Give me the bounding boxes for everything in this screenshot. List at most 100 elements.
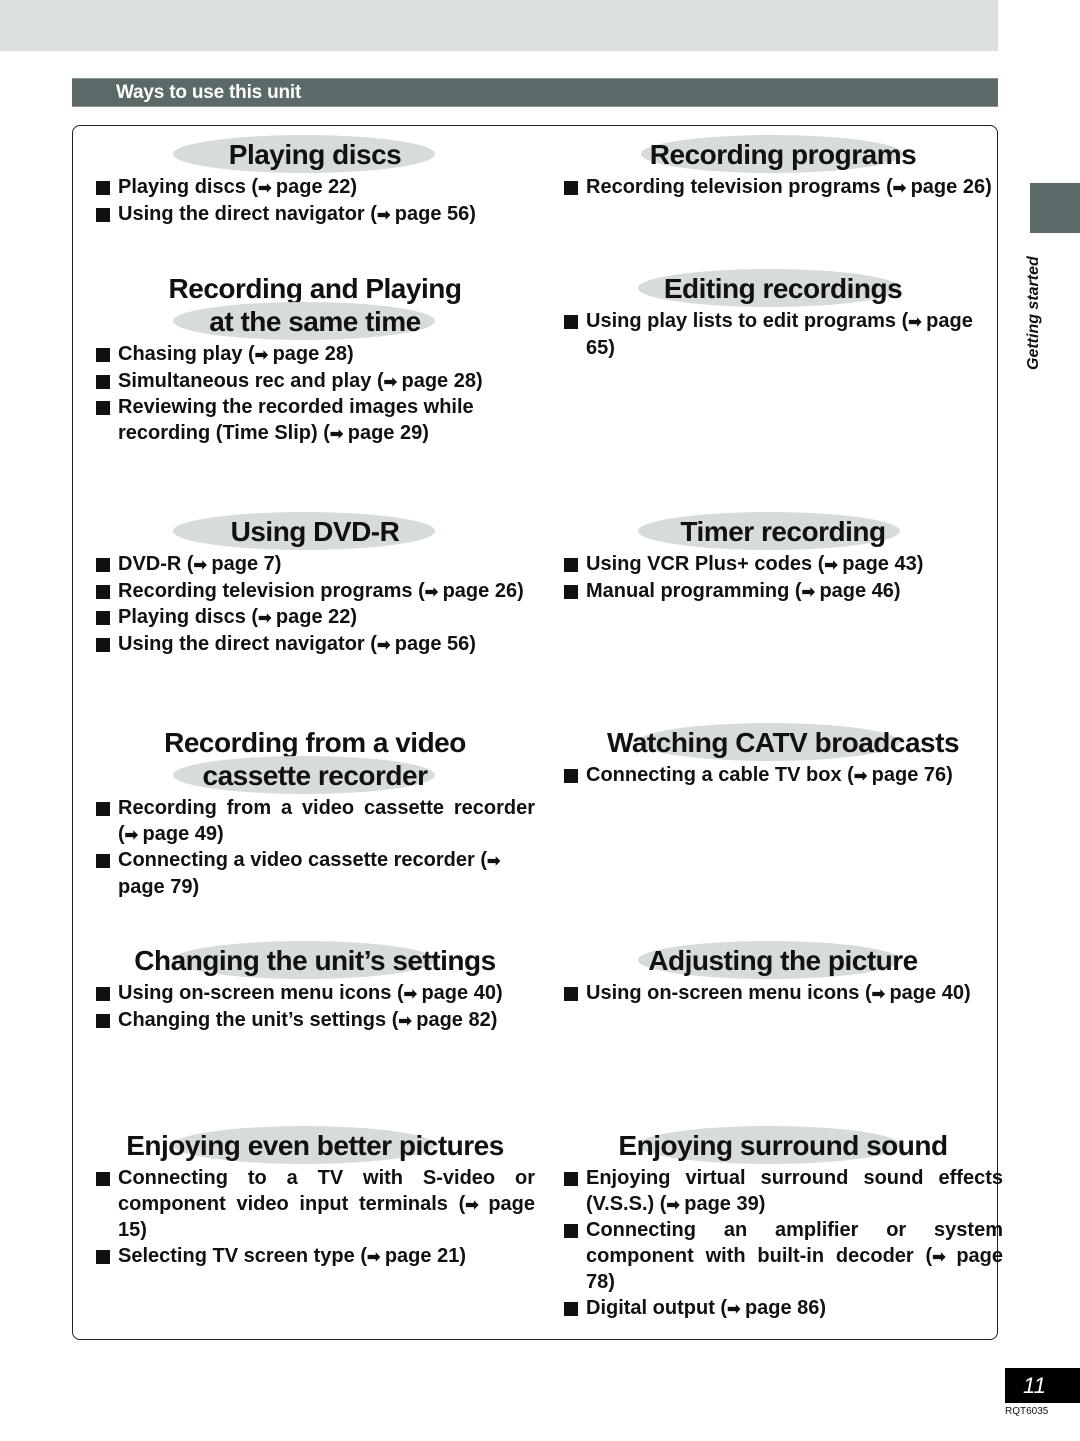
page-reference-link[interactable]: page 46) (819, 580, 900, 602)
item-text: Manual programming ( (586, 579, 802, 602)
bullet-square-icon (564, 584, 578, 599)
item-text: Recording television programs ( (118, 579, 425, 602)
topic-block-timer-recording: Timer recording Using VCR Plus+ codes (➡ … (563, 512, 1003, 605)
page-reference-link[interactable]: page 28) (273, 343, 354, 365)
page-reference-link[interactable]: page 82) (416, 1009, 497, 1031)
topic-block-adjusting-picture: Adjusting the picture Using on-screen men… (563, 941, 1003, 1008)
bullet-square-icon (96, 987, 110, 1001)
list-item: Connecting an amplifier or system compon… (563, 1218, 1003, 1296)
arrow-right-icon: ➡ (727, 1300, 745, 1318)
topic-item-list: Enjoying virtual surround sound effects … (563, 1166, 1003, 1322)
bullet-square-icon (96, 181, 110, 195)
list-item: Using the direct navigator (➡ page 56) (95, 202, 535, 229)
arrow-right-icon: ➡ (376, 636, 395, 654)
topic-heading-text: Adjusting the picture (648, 945, 918, 976)
page-reference-link[interactable]: page 7) (211, 553, 281, 575)
arrow-right-icon: ➡ (403, 986, 422, 1003)
bullet-square-icon (96, 1172, 110, 1186)
list-item: Recording from a video cassette recorder… (95, 796, 535, 848)
topic-item-list: Chasing play (➡ page 28) Simultaneous rec… (95, 342, 535, 447)
topic-block-better-pictures: Enjoying even better pictures Connecting … (95, 1126, 535, 1270)
item-text: Connecting a cable TV box ( (586, 764, 854, 786)
list-item: Using on-screen menu icons (➡ page 40) (563, 981, 1003, 1008)
item-text: Using play lists to edit programs ( (586, 310, 909, 332)
arrow-right-icon: ➡ (124, 826, 143, 844)
topic-item-list: Recording from a video cassette recorder… (95, 796, 535, 900)
list-item: Connecting a cable TV box (➡ page 76) (563, 763, 1003, 790)
page-reference-link[interactable]: page 56) (395, 633, 476, 655)
topic-heading: Editing recordings (563, 269, 1003, 307)
topic-heading-text: Watching CATV broadcasts (606, 727, 960, 758)
arrow-right-icon: ➡ (193, 557, 212, 574)
item-text: Enjoying virtual surround sound effects … (586, 1167, 1003, 1215)
arrow-right-icon: ➡ (329, 425, 348, 443)
bullet-square-icon (564, 1301, 578, 1316)
page-reference-link[interactable]: page 76) (872, 764, 953, 786)
arrow-right-icon: ➡ (424, 583, 443, 601)
bullet-square-icon (96, 637, 110, 652)
topic-block-surround-sound: Enjoying surround sound Enjoying virtual … (563, 1126, 1003, 1322)
page-reference-link[interactable]: page 22) (276, 176, 357, 198)
list-item: Recording television programs (➡ page 26… (95, 579, 535, 606)
topic-heading: Recording programs (563, 135, 1003, 173)
page-reference-link[interactable]: page 26) (911, 176, 992, 198)
list-item: Using play lists to edit programs (➡ pag… (563, 309, 1003, 361)
item-text: Connecting a video cassette recorder ( (118, 849, 488, 871)
list-item: Connecting a video cassette recorder (➡ … (95, 848, 535, 900)
topic-heading-text: Timer recording (680, 516, 886, 547)
page-reference-link[interactable]: page 28) (401, 370, 482, 392)
bullet-square-icon (96, 207, 110, 222)
topic-heading: at the same time (95, 302, 535, 340)
page-reference-link[interactable]: page 22) (276, 606, 357, 628)
page-reference-link[interactable]: page 56) (395, 203, 476, 225)
arrow-right-icon: ➡ (908, 314, 927, 331)
item-text: Playing discs ( (118, 606, 259, 628)
topic-heading: Changing the unit’s settings (95, 941, 535, 979)
topic-heading-text: Enjoying surround sound (618, 1130, 948, 1161)
bullet-square-icon (96, 584, 110, 599)
topic-heading-text: Playing discs (228, 139, 402, 170)
bullet-square-icon (96, 611, 110, 625)
bullet-square-icon (96, 558, 110, 572)
topic-heading: Watching CATV broadcasts (563, 723, 1003, 761)
arrow-right-icon: ➡ (366, 1248, 385, 1266)
arrow-right-icon: ➡ (487, 853, 501, 870)
arrow-right-icon: ➡ (892, 180, 911, 197)
bullet-square-icon (564, 1172, 578, 1186)
page-reference-link[interactable]: page 29) (348, 422, 429, 444)
topic-heading: cassette recorder (95, 756, 535, 794)
page-number-box: 11 (1005, 1368, 1080, 1403)
arrow-right-icon: ➡ (824, 557, 843, 574)
bullet-square-icon (96, 401, 110, 415)
topic-block-recording-from-vcr: Recording from a video cassette recorder R… (95, 726, 535, 900)
list-item: Enjoying virtual surround sound effects … (563, 1166, 1003, 1218)
page-reference-link[interactable]: page 26) (443, 580, 524, 602)
topic-heading-text: Recording programs (649, 139, 917, 170)
page-reference-link[interactable]: page 39) (684, 1193, 765, 1215)
page-reference-link[interactable]: page 49) (143, 823, 224, 845)
arrow-right-icon: ➡ (383, 373, 402, 391)
topic-heading-text: Editing recordings (663, 273, 903, 304)
item-text: Using on-screen menu icons ( (586, 982, 872, 1004)
page-reference-link[interactable]: page 79) (118, 876, 199, 898)
page-reference-link[interactable]: page 40) (421, 982, 502, 1004)
page-reference-link[interactable]: page 43) (842, 553, 923, 575)
topic-block-watching-catv: Watching CATV broadcasts Connecting a cab… (563, 723, 1003, 790)
topic-heading-text: cassette recorder (202, 760, 428, 791)
arrow-right-icon: ➡ (932, 1248, 957, 1266)
topic-item-list: Using on-screen menu icons (➡ page 40) (563, 981, 1003, 1008)
page-reference-link[interactable]: page 40) (889, 982, 970, 1004)
page-reference-link[interactable]: page 21) (385, 1245, 466, 1267)
topic-heading-text: Changing the unit’s settings (134, 945, 496, 976)
list-item: Playing discs (➡ page 22) (95, 175, 535, 202)
page-reference-link[interactable]: page 86) (745, 1297, 826, 1319)
topic-heading: Enjoying even better pictures (95, 1126, 535, 1164)
topic-item-list: Playing discs (➡ page 22) Using the direc… (95, 175, 535, 228)
topic-heading-text: Using DVD-R (230, 516, 400, 547)
list-item: Changing the unit’s settings (➡ page 82) (95, 1008, 535, 1035)
topic-heading-text: Recording from a video (164, 727, 466, 758)
topic-heading: Enjoying surround sound (563, 1126, 1003, 1164)
arrow-right-icon: ➡ (398, 1012, 417, 1030)
topic-item-list: Connecting a cable TV box (➡ page 76) (563, 763, 1003, 790)
topic-heading-text: Enjoying even better pictures (126, 1130, 504, 1161)
